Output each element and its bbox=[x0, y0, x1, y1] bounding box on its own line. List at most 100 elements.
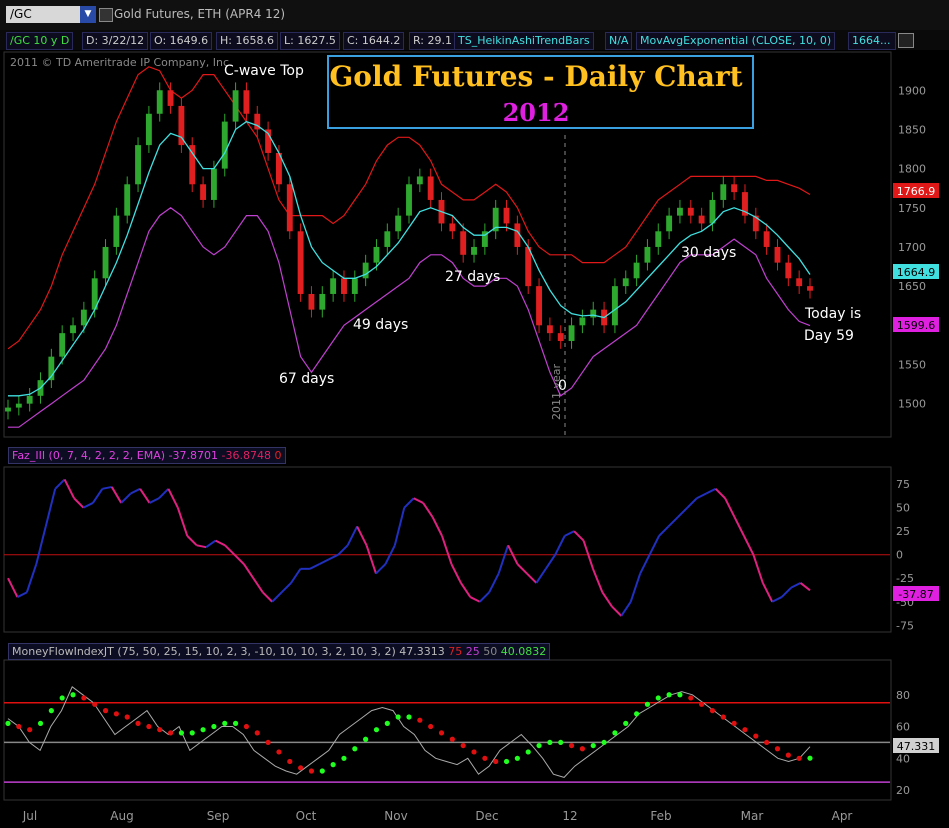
faz-segment bbox=[328, 553, 339, 561]
candle-body bbox=[622, 278, 629, 287]
badge-ema-text: 1664.9 bbox=[897, 266, 936, 279]
mfi-signal-dot bbox=[764, 739, 770, 746]
faz-segment bbox=[648, 535, 660, 556]
faz-tick-label: -25 bbox=[896, 572, 914, 585]
mfi-signal-dot bbox=[503, 758, 510, 765]
faz-val2: -36.8748 bbox=[221, 449, 271, 462]
badge-mfi-text: 47.331 bbox=[897, 740, 936, 753]
mfi-study-label[interactable]: MoneyFlowIndexJT (75, 50, 25, 15, 10, 2,… bbox=[8, 643, 551, 660]
x-tick-label: Sep bbox=[207, 809, 230, 823]
candle-body bbox=[70, 325, 76, 334]
mfi-signal-dot bbox=[493, 758, 499, 765]
price-tick-label: 1850 bbox=[898, 123, 926, 136]
candle-body bbox=[471, 246, 477, 255]
candle-body bbox=[167, 90, 174, 106]
candle-body bbox=[731, 184, 738, 193]
faz-segment bbox=[365, 544, 377, 574]
badge-faz-text: -37.87 bbox=[898, 588, 933, 601]
faz-segment bbox=[526, 572, 538, 584]
x-tick-label: Apr bbox=[832, 809, 853, 823]
annotation-49: 49 days bbox=[353, 317, 408, 333]
faz-segment bbox=[705, 487, 717, 495]
mfi-signal-dot bbox=[666, 692, 672, 698]
faz-segment bbox=[309, 563, 320, 570]
mfi-signal-dot bbox=[92, 701, 98, 707]
faz-tick-label: 50 bbox=[896, 502, 910, 515]
x-tick-label: Dec bbox=[475, 809, 498, 823]
faz-segment bbox=[544, 554, 557, 570]
faz-segment bbox=[592, 568, 604, 593]
faz-segment bbox=[356, 526, 368, 546]
faz-segment bbox=[403, 497, 415, 509]
mfi-signal-dot bbox=[731, 720, 737, 726]
candle-body bbox=[156, 90, 163, 114]
faz-tick-label: -75 bbox=[896, 619, 914, 632]
mfi-signal-dot bbox=[232, 720, 239, 726]
mfi-signal-dot bbox=[612, 730, 618, 736]
faz-series bbox=[4, 478, 890, 617]
faz-segment bbox=[667, 516, 679, 528]
mfi-signal-dot bbox=[428, 723, 434, 730]
candle-body bbox=[655, 231, 662, 247]
mfi-signal-dot bbox=[37, 720, 44, 726]
mfi-signal-dot bbox=[178, 730, 185, 736]
mfi-signal-dot bbox=[287, 758, 293, 765]
mfi-val3: 25 bbox=[465, 645, 480, 658]
faz-segment bbox=[120, 492, 132, 504]
faz-segment bbox=[469, 596, 481, 603]
faz-segment bbox=[130, 487, 141, 495]
annotation-27: 27 days bbox=[445, 269, 500, 285]
candle-body bbox=[210, 168, 217, 200]
mfi-tick-label: 80 bbox=[896, 689, 910, 702]
faz-segment bbox=[63, 478, 75, 499]
mfi-signal-dot bbox=[222, 720, 228, 726]
x-tick-label: Jul bbox=[22, 809, 37, 823]
candle-body bbox=[200, 184, 207, 200]
lower-band-line bbox=[8, 207, 811, 428]
chart-canvas: 1500155016001650170017501800185019007550… bbox=[3, 51, 939, 823]
faz-segment bbox=[488, 573, 500, 593]
candle-body bbox=[427, 176, 434, 200]
faz-segment bbox=[92, 488, 104, 504]
faz-tick-label: 25 bbox=[896, 525, 910, 538]
candle-body bbox=[5, 407, 11, 412]
mfi-signal-dot bbox=[655, 695, 661, 701]
candle-body bbox=[406, 184, 412, 216]
candle-body bbox=[373, 246, 380, 263]
mfi-label-text: MoneyFlowIndexJT (75, 50, 25, 15, 10, 2,… bbox=[12, 645, 396, 658]
faz-segment bbox=[799, 582, 811, 592]
faz-segment bbox=[771, 596, 783, 603]
mfi-signal-dot bbox=[59, 695, 65, 701]
mfi-signal-dot bbox=[319, 768, 325, 774]
candle-body bbox=[709, 199, 716, 224]
candle-body bbox=[319, 293, 326, 310]
badge-lower-text: 1599.6 bbox=[897, 319, 936, 332]
faz-segment bbox=[780, 586, 792, 598]
faz-segment bbox=[611, 605, 623, 617]
annotation-67: 67 days bbox=[279, 371, 334, 387]
mfi-signal-dot bbox=[200, 727, 206, 733]
faz-segment bbox=[25, 563, 38, 593]
candle-body bbox=[113, 215, 120, 247]
faz-segment bbox=[696, 492, 707, 500]
candle-body bbox=[15, 403, 22, 408]
annotation-zero: 0 bbox=[558, 378, 567, 394]
candle-body bbox=[568, 325, 575, 341]
candle-body bbox=[416, 176, 423, 185]
x-tick-label: Oct bbox=[296, 809, 317, 823]
faz-study-label[interactable]: Faz_III (0, 7, 4, 2, 2, 2, EMA) -37.8701… bbox=[8, 447, 286, 464]
candle-body bbox=[796, 278, 803, 287]
mfi-signal-dot bbox=[243, 723, 250, 730]
mfi-signal-dot bbox=[796, 755, 802, 761]
candle-body bbox=[763, 231, 770, 247]
faz-segment bbox=[224, 544, 236, 556]
faz-segment bbox=[196, 544, 207, 549]
faz-segment bbox=[554, 535, 566, 556]
candle-body bbox=[536, 286, 542, 326]
faz-segment bbox=[516, 563, 528, 575]
candle-body bbox=[785, 262, 792, 279]
candle-body bbox=[102, 246, 109, 279]
candle-body bbox=[330, 278, 337, 294]
mfi-signal-dot bbox=[146, 723, 152, 730]
faz-segment bbox=[497, 544, 510, 574]
